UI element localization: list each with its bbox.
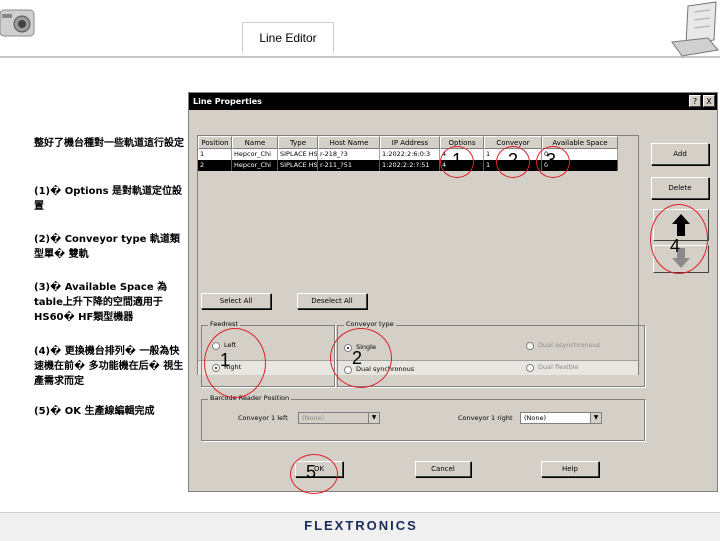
note-conveyor-type: (2)� Conveyor type 軌道類型單� 雙軌 (34, 234, 180, 260)
conveyor1-right-label: Conveyor 1 right (458, 414, 513, 422)
chevron-down-icon: ▼ (368, 413, 379, 423)
cancel-button[interactable]: Cancel (415, 461, 471, 477)
add-button[interactable]: Add (651, 143, 709, 165)
col-header-type[interactable]: Type (278, 136, 318, 149)
table-cell: 1 (198, 149, 232, 160)
conveyor-dual-async-label: Dual asynchronous (538, 341, 601, 349)
chevron-down-icon: ▼ (590, 413, 601, 423)
table-cell: Hepcor_Chi (232, 160, 278, 171)
conveyor1-right-select[interactable]: (None) ▼ (520, 412, 602, 424)
footer-logo: FLEXTRONICS (304, 518, 418, 533)
annotation-circle (204, 328, 266, 398)
select-all-button[interactable]: Select All (201, 293, 271, 309)
close-title-button[interactable]: X (703, 95, 715, 107)
annotation-number: 5 (306, 462, 317, 482)
conveyor1-left-value: (None) (302, 414, 325, 422)
note-ok: (5)� OK 生產線編輯完成 (34, 406, 155, 417)
conveyor1-right-value: (None) (524, 414, 547, 422)
conveyor-type-group-label: Conveyor type (344, 320, 396, 328)
col-header-ip-address[interactable]: IP Address (380, 136, 440, 149)
col-header-host-name[interactable]: Host Name (318, 136, 380, 149)
annotation-number: 4 (670, 236, 681, 256)
delete-button[interactable]: Delete (651, 177, 709, 199)
table-cell: SIPLACE HS (278, 160, 318, 171)
slide-title: Line Editor (242, 22, 334, 53)
table-cell: r-218_?3 (318, 149, 380, 160)
conveyor1-left-label: Conveyor 1 left (238, 414, 288, 422)
table-cell: SIPLACE HS (278, 149, 318, 160)
laptop-logo (668, 0, 720, 58)
conveyor1-left-select[interactable]: (None) ▼ (298, 412, 380, 424)
annotation-number: 1 (452, 150, 463, 170)
header-divider (0, 56, 720, 58)
conveyor-dual-flex-label: Dual flexible (538, 363, 579, 371)
deselect-all-button[interactable]: Deselect All (297, 293, 367, 309)
barcode-reader-group-label: Barcode Reader Position (208, 394, 292, 402)
feedrest-group-label: Feedrest (208, 320, 240, 328)
col-header-name[interactable]: Name (232, 136, 278, 149)
slide-header (0, 0, 720, 58)
col-header-position[interactable]: Position (198, 136, 232, 149)
note-intro: 整好了機台種對一些軌道這行設定 (34, 138, 184, 149)
annotation-number: 2 (508, 150, 519, 170)
annotation-number: 3 (546, 150, 557, 170)
note-reorder: (4)� 更換機台排列� 一般為快速機在前� 多功能機在后� 視生產需求而定 (34, 346, 184, 387)
conveyor-dual-flex-radio[interactable] (526, 364, 534, 372)
table-cell: 1:2022:2:6:0:3 (380, 149, 440, 160)
table-cell: Hepcor_Chi (232, 149, 278, 160)
note-options: (1)� Options 是對軌道定位設置 (34, 186, 183, 212)
table-cell: r-211_?51 (318, 160, 380, 171)
table-cell: 2 (198, 160, 232, 171)
help-title-button[interactable]: ? (689, 95, 701, 107)
dialog-title: Line Properties (189, 93, 717, 110)
annotation-number: 1 (220, 350, 231, 370)
table-cell: 1:202:2:2:?:51 (380, 160, 440, 171)
note-available-space: (3)� Available Space 為table上升下降的空間適用于HS6… (34, 282, 168, 323)
conveyor-dual-async-radio[interactable] (526, 342, 534, 350)
annotation-number: 2 (352, 348, 363, 368)
barcode-reader-group: Barcode Reader Position Conveyor 1 left … (201, 394, 645, 441)
help-button[interactable]: Help (541, 461, 599, 477)
projector-logo (0, 0, 42, 50)
